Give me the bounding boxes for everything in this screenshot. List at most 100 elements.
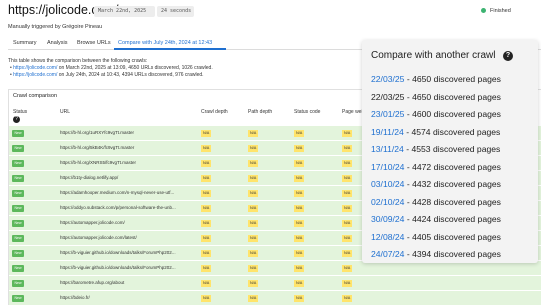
na-value: N/A [342,175,353,182]
crawl-option[interactable]: 02/10/24 - 4428 discovered pages [371,197,501,207]
crawl-option-date[interactable]: 12/08/24 [371,232,404,242]
crawl-option[interactable]: 22/03/25 - 4650 discovered pages [371,74,501,84]
tab-analysis[interactable]: Analysis [47,40,67,46]
crawl-option-date[interactable]: 02/10/24 [371,197,404,207]
na-value: N/A [201,160,212,167]
row-url[interactable]: https://adamhooper.medium.com/n-mysql-ne… [60,190,200,195]
crawl-option-count: - 4432 discovered pages [404,179,501,189]
na-value: N/A [248,160,259,167]
crawl-date-pill: March 22nd, 2025 [94,6,155,17]
help-icon[interactable]: ? [503,51,513,61]
na-value: N/A [294,205,305,212]
compare-item-link[interactable]: https://jolicode.com/ [13,65,57,71]
tab-summary[interactable]: Summary [13,40,37,46]
na-value: N/A [294,265,305,272]
na-value: N/A [201,220,212,227]
crawl-option-date[interactable]: 30/09/24 [371,214,404,224]
na-value: N/A [342,220,353,227]
row-url[interactable]: https://b-hl.org/1uRXYfc9vgTt.master [60,130,200,135]
column-header-status-code[interactable]: Status code [294,109,320,115]
crawl-option-date[interactable]: 19/11/24 [371,127,404,137]
row-url[interactable]: https://barometre.afup.org/about [60,280,200,285]
status-dot-icon [481,8,486,14]
crawl-option-date[interactable]: 03/10/24 [371,179,404,189]
na-value: N/A [294,295,305,302]
na-value: N/A [294,235,305,242]
crawl-option[interactable]: 23/01/25 - 4600 discovered pages [371,109,501,119]
na-value: N/A [342,190,353,197]
new-badge: New [12,160,24,167]
crawl-option[interactable]: 12/08/24 - 4405 discovered pages [371,232,501,242]
crawl-option[interactable]: 19/11/24 - 4574 discovered pages [371,127,500,137]
na-value: N/A [248,130,259,137]
table-row[interactable]: New https://bdeio.fr/N/A N/A N/A N/A [9,290,541,305]
new-badge: New [12,295,24,302]
row-url[interactable]: https://b-viguier.github.io/downloads/ta… [60,265,200,270]
tab-browse-urls[interactable]: Browse URLs [77,40,111,46]
na-value: N/A [342,280,353,287]
na-value: N/A [294,145,305,152]
crawl-option-count: - 4574 discovered pages [403,126,501,137]
compare-item-text: on March 22nd, 2025 at 13:09, 4650 URLs … [57,65,213,71]
crawl-option-date[interactable]: 22/03/25 [371,74,404,84]
crawl-option-count: - 4394 discovered pages [404,249,501,259]
crawl-option-date[interactable]: 24/07/24 [371,249,404,259]
crawl-option-count: - 4650 discovered pages [404,74,501,84]
compare-item-text: on July 24th, 2024 at 10:43, 4394 URLs d… [57,72,204,78]
na-value: N/A [201,190,212,197]
compare-item-link[interactable]: https://jolicode.com/ [13,72,57,78]
table-row[interactable]: New https://barometre.afup.org/about N/A N/… [9,275,541,290]
na-value: N/A [201,265,212,272]
status-text: Finished [490,8,511,14]
column-header-path-depth[interactable]: Path depth [248,109,272,115]
row-url[interactable]: https://bdeio.fr/ [60,295,200,300]
help-icon[interactable]: ? [13,116,20,123]
crawl-option-count: - 4424 discovered pages [404,214,501,224]
crawl-option[interactable]: 17/10/24 - 4472 discovered pages [371,162,501,172]
na-value: N/A [342,265,353,272]
na-value: N/A [342,160,353,167]
compare-item: • https://jolicode.com/ on March 22nd, 2… [10,65,213,71]
crawl-option-count: - 4472 discovered pages [404,161,501,172]
na-value: N/A [342,145,353,152]
new-badge: New [12,235,24,242]
column-header-status[interactable]: Status [13,109,27,115]
na-value: N/A [342,295,353,302]
compare-crawl-popover: Compare with another crawl ? 22/03/25 - … [362,40,538,263]
na-value: N/A [201,235,212,242]
na-value: N/A [294,175,305,182]
column-header-crawl-depth[interactable]: Crawl depth [201,109,228,115]
na-value: N/A [248,190,259,197]
tab-compare[interactable]: Compare with July 24th, 2024 at 12:43 [118,40,212,46]
na-value: N/A [201,250,212,257]
column-header-page-weight[interactable]: Page wei [342,109,363,115]
trigger-info: Manually triggered by Grégoire Pineau [8,24,103,30]
crawl-option[interactable]: 03/10/24 - 4432 discovered pages [371,179,501,189]
new-badge: New [12,265,24,272]
row-url[interactable]: https://b1ty-dialog.netlify.app/ [60,175,200,180]
crawl-option[interactable]: 13/11/24 - 4553 discovered pages [371,144,500,154]
na-value: N/A [342,250,353,257]
column-header-url[interactable]: URL [60,109,70,115]
row-url[interactable]: https://automapper.jolicode.com/ [60,220,200,225]
crawl-option[interactable]: 30/09/24 - 4424 discovered pages [371,214,501,224]
compare-intro: This table shows the comparison between … [8,58,148,64]
row-url[interactable]: https://b-hl.org/XNRS5/fc9vgTt.master [60,160,200,165]
new-badge: New [12,205,24,212]
new-badge: New [12,145,24,152]
row-url[interactable]: https://b-hl.org/5kB4K/fc9vgTt.master [60,145,200,150]
crawl-option[interactable]: 24/07/24 - 4394 discovered pages [371,249,501,259]
na-value: N/A [248,145,259,152]
crawl-option-date[interactable]: 17/10/24 [371,162,404,172]
crawl-option-date: 22/03/25 [371,91,405,102]
crawl-option-date[interactable]: 23/01/25 [371,109,404,119]
na-value: N/A [294,280,305,287]
row-url[interactable]: https://automapper.jolicode.com/latest/ [60,235,200,240]
crawl-option-count: - 4428 discovered pages [404,196,501,207]
crawl-option-date[interactable]: 13/11/24 [371,144,404,154]
row-url[interactable]: https://oddyo.substack.com/p/personal-so… [60,205,200,210]
page-header: https://jolicode.com/ March 22nd, 2025 2… [0,0,541,38]
row-url[interactable]: https://b-viguier.github.io/downloads/ta… [60,250,200,255]
na-value: N/A [294,220,305,227]
new-badge: New [12,250,24,257]
